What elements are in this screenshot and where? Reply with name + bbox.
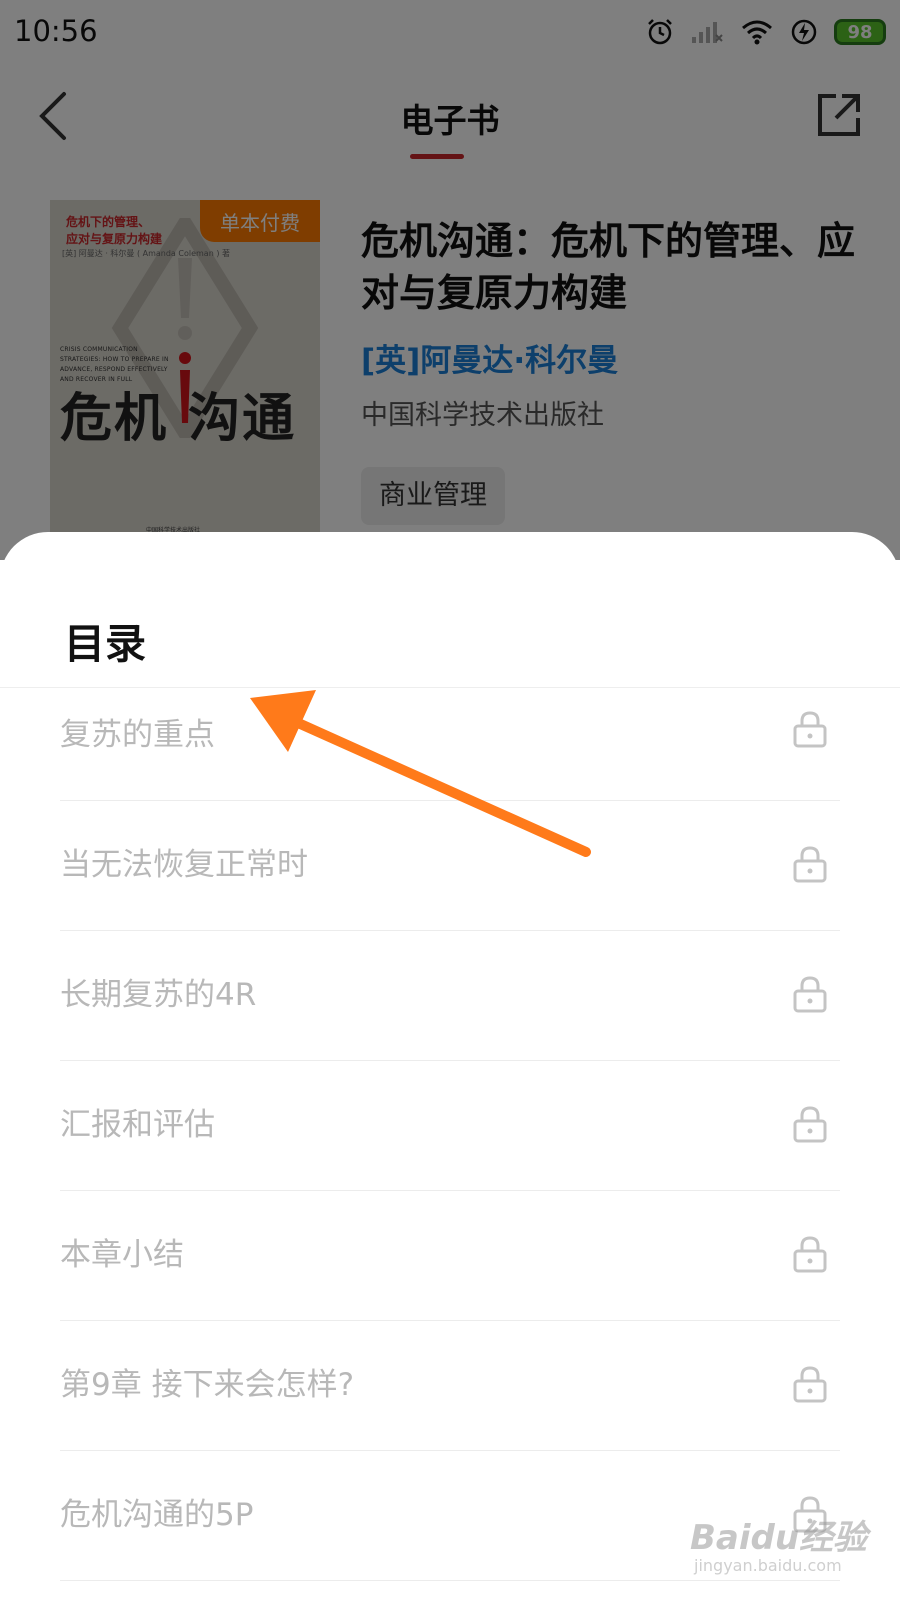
toc-item-label: 长期复苏的4R bbox=[60, 977, 257, 1013]
page-title: 电子书 bbox=[400, 101, 500, 140]
watermark-sub: jingyan.baidu.com bbox=[694, 1556, 842, 1575]
toc-item-label: 复苏的重点 bbox=[60, 717, 215, 753]
toc-item-label: 第9章 接下来会怎样? bbox=[60, 1367, 355, 1403]
toc-item-label: 危机沟通的5P bbox=[60, 1497, 254, 1533]
lock-icon bbox=[793, 1236, 827, 1273]
cover-big-title: 危机 沟通 bbox=[60, 389, 297, 449]
cover-author: [英] 阿曼达 · 科尔曼 ( Amanda Coleman ) 著 bbox=[62, 249, 230, 258]
toc-item[interactable]: 汇报和评估 bbox=[60, 1061, 840, 1191]
lock-icon bbox=[793, 846, 827, 883]
book-title: 危机沟通：危机下的管理、应对与复原力构建 bbox=[361, 219, 856, 315]
nav-bar: 电子书 bbox=[0, 70, 900, 170]
cover-top-title-line1: 危机下的管理、 bbox=[66, 215, 151, 229]
cover-top-title: 危机下的管理、 应对与复原力构建 bbox=[66, 214, 162, 248]
toc-item-label: 本章小结 bbox=[60, 1237, 184, 1273]
share-button[interactable] bbox=[814, 90, 864, 140]
toc-item[interactable]: 本章小结 bbox=[60, 1191, 840, 1321]
cover-top-title-line2: 应对与复原力构建 bbox=[66, 232, 163, 246]
book-publisher: 中国科学技术出版社 bbox=[361, 400, 604, 431]
lock-icon bbox=[793, 1106, 827, 1143]
title-underline bbox=[410, 154, 464, 159]
toc-item[interactable]: 第9章 接下来会怎样? bbox=[60, 1321, 840, 1451]
baidu-watermark: Baidu经验 jingyan.baidu.com bbox=[690, 1510, 880, 1585]
toc-item[interactable]: 复苏的重点 bbox=[60, 688, 840, 801]
toc-item[interactable]: 当无法恢复正常时 bbox=[60, 801, 840, 931]
status-icons: 98 bbox=[646, 14, 886, 50]
toc-sheet: 目录 复苏的重点 当无法恢复正常时 长期复苏的4R 汇报和评估 本章小结 第9章… bbox=[0, 532, 900, 1600]
battery-indicator: 98 bbox=[834, 19, 886, 45]
wifi-icon bbox=[742, 20, 772, 45]
page: 10:56 98 电子书 危机下的管理、 应对与复原力构建 [英] 阿曼达 · … bbox=[0, 0, 900, 1600]
toc-list: 复苏的重点 当无法恢复正常时 长期复苏的4R 汇报和评估 本章小结 第9章 接下… bbox=[60, 688, 840, 1581]
alarm-icon bbox=[648, 19, 672, 45]
book-header: 危机下的管理、 应对与复原力构建 [英] 阿曼达 · 科尔曼 ( Amanda … bbox=[0, 195, 900, 545]
watermark-main: Baidu经验 bbox=[690, 1518, 868, 1558]
book-cover[interactable]: 危机下的管理、 应对与复原力构建 [英] 阿曼达 · 科尔曼 ( Amanda … bbox=[50, 200, 320, 545]
signal-icon bbox=[692, 22, 723, 43]
toc-item-label: 当无法恢复正常时 bbox=[60, 847, 308, 883]
status-bar: 10:56 98 bbox=[0, 0, 900, 64]
battery-level: 98 bbox=[847, 21, 873, 43]
charging-icon bbox=[791, 19, 817, 45]
lock-icon bbox=[793, 976, 827, 1013]
toc-title: 目录 bbox=[64, 620, 146, 668]
paid-badge: 单本付费 bbox=[200, 200, 320, 242]
status-time: 10:56 bbox=[14, 14, 98, 48]
lock-icon bbox=[793, 1366, 827, 1403]
book-author[interactable]: [英]阿曼达·科尔曼 bbox=[361, 335, 618, 380]
toc-item-label: 汇报和评估 bbox=[60, 1107, 215, 1143]
category-tag[interactable]: 商业管理 bbox=[361, 467, 505, 525]
toc-item[interactable]: 长期复苏的4R bbox=[60, 931, 840, 1061]
lock-icon bbox=[793, 711, 827, 748]
